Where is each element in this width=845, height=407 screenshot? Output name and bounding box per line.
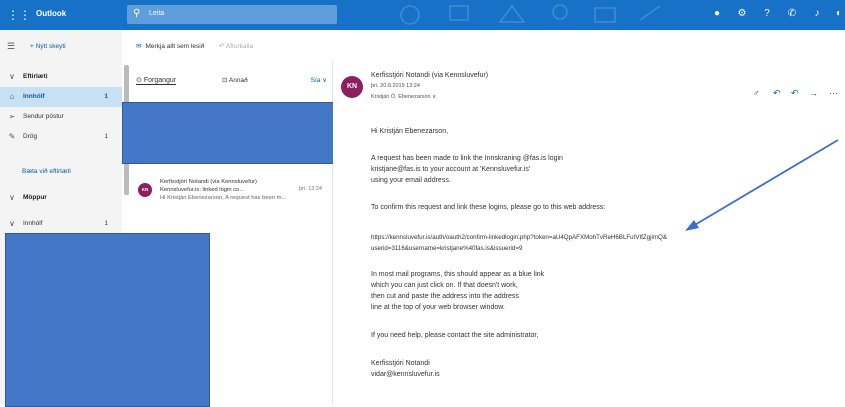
nav-drafts-label: Drög [23,133,38,140]
envelope-open-icon: ✉ [136,43,142,50]
chevron-down-icon: ∨ [9,193,15,202]
message-preview: Hi Kristján Ebenezarson, A request has b… [160,195,287,201]
nav-inbox2-label: Innhólf [23,220,43,227]
send-icon: ➢ [8,112,16,121]
folders-header[interactable]: ∨ Möppur [0,188,122,208]
undo-button[interactable]: ↶ Afturkalla [219,42,253,50]
filter-button[interactable]: Sía ∨ [311,76,327,84]
inbox-icon: ⌂ [9,92,15,101]
favorites-label: Eftirlæti [23,73,48,80]
redaction-block [5,233,210,407]
skype-icon[interactable]: ● [710,8,724,19]
header-pattern [400,4,661,25]
nav-drafts-count: 1 [104,133,108,140]
tab-focused[interactable]: ⊙ Forgangur [136,76,177,85]
top-bar: ⋮⋮ Outlook ⚲ Leita ● ⚙ ? ✆ ♪ ◐ [0,0,845,30]
check-circle-icon: ⊙ [136,77,144,84]
mark-all-read-button[interactable]: ✉ Merkja allt sem lesið [136,42,204,50]
help-icon[interactable]: ? [760,8,774,19]
redaction-block [122,102,334,164]
filter-label: Sía [310,77,321,84]
chevron-down-icon: ∨ [9,219,15,228]
new-message-label: Nýtt skeyti [35,43,66,50]
annotation-arrow [685,139,839,231]
mark-all-read-label: Merkja allt sem lesið [145,43,205,50]
search-icon: ⚲ [133,8,141,19]
megaphone-icon[interactable]: ✆ [785,8,799,19]
search-input[interactable]: Leita [149,10,164,17]
nav-item-inbox-folder[interactable]: ∨ Innhólf 1 [0,214,122,234]
tab-focused-label: Forgangur [143,77,177,84]
nav-inbox-label: Innhólf [23,93,45,100]
inbox-tray-icon: ⊡ [222,77,229,84]
folders-label: Möppur [23,194,47,201]
settings-icon[interactable]: ⚙ [735,8,749,19]
new-message-button[interactable]: + Nýtt skeyti [30,43,66,50]
pencil-icon: ✎ [8,132,16,141]
app-name[interactable]: Outlook [36,9,66,18]
notifications-icon[interactable]: ♪ [810,8,824,19]
add-favorite-link[interactable]: Bæta við eftirlæti [22,168,71,175]
nav-inbox2-count: 1 [104,220,108,227]
nav-sent-label: Sendur póstur [23,113,64,120]
search-box[interactable]: ⚲ Leita [127,5,337,24]
hamburger-icon[interactable]: ☰ [7,41,15,52]
account-icon[interactable]: ◐ [832,8,845,19]
nav-item-drafts[interactable]: ✎ Drög 1 [0,127,122,147]
command-bar: ✉ Merkja allt sem lesið ↶ Afturkalla [122,30,845,61]
reading-pane: KN Kerfisstjóri Notandi (via Kennsluvefu… [333,60,845,405]
nav-item-sent[interactable]: ➢ Sendur póstur [0,107,122,127]
message-sender: Kerfisstjóri Notandi (via Kennsluvefur) [160,179,257,185]
list-item[interactable]: KN Kerfisstjóri Notandi (via Kennsluvefu… [130,173,330,217]
undo-icon: ↶ [219,43,226,50]
favorites-header[interactable]: ∨ Eftirlæti [0,67,122,87]
message-subject: Kennsluvefur.is: linked login co... [160,187,245,193]
tab-other-label: Annað [228,77,248,84]
tab-other[interactable]: ⊡ Annað [222,76,248,84]
message-time: þri. 13:24 [299,186,322,192]
nav-item-inbox[interactable]: ⌂ Innhólf 1 [0,87,122,107]
avatar: KN [138,183,152,197]
nav-inbox-count: 1 [104,93,108,100]
chevron-down-icon: ∨ [9,72,15,81]
waffle-icon[interactable]: ⋮⋮ [7,8,31,22]
undo-label: Afturkalla [225,43,254,50]
